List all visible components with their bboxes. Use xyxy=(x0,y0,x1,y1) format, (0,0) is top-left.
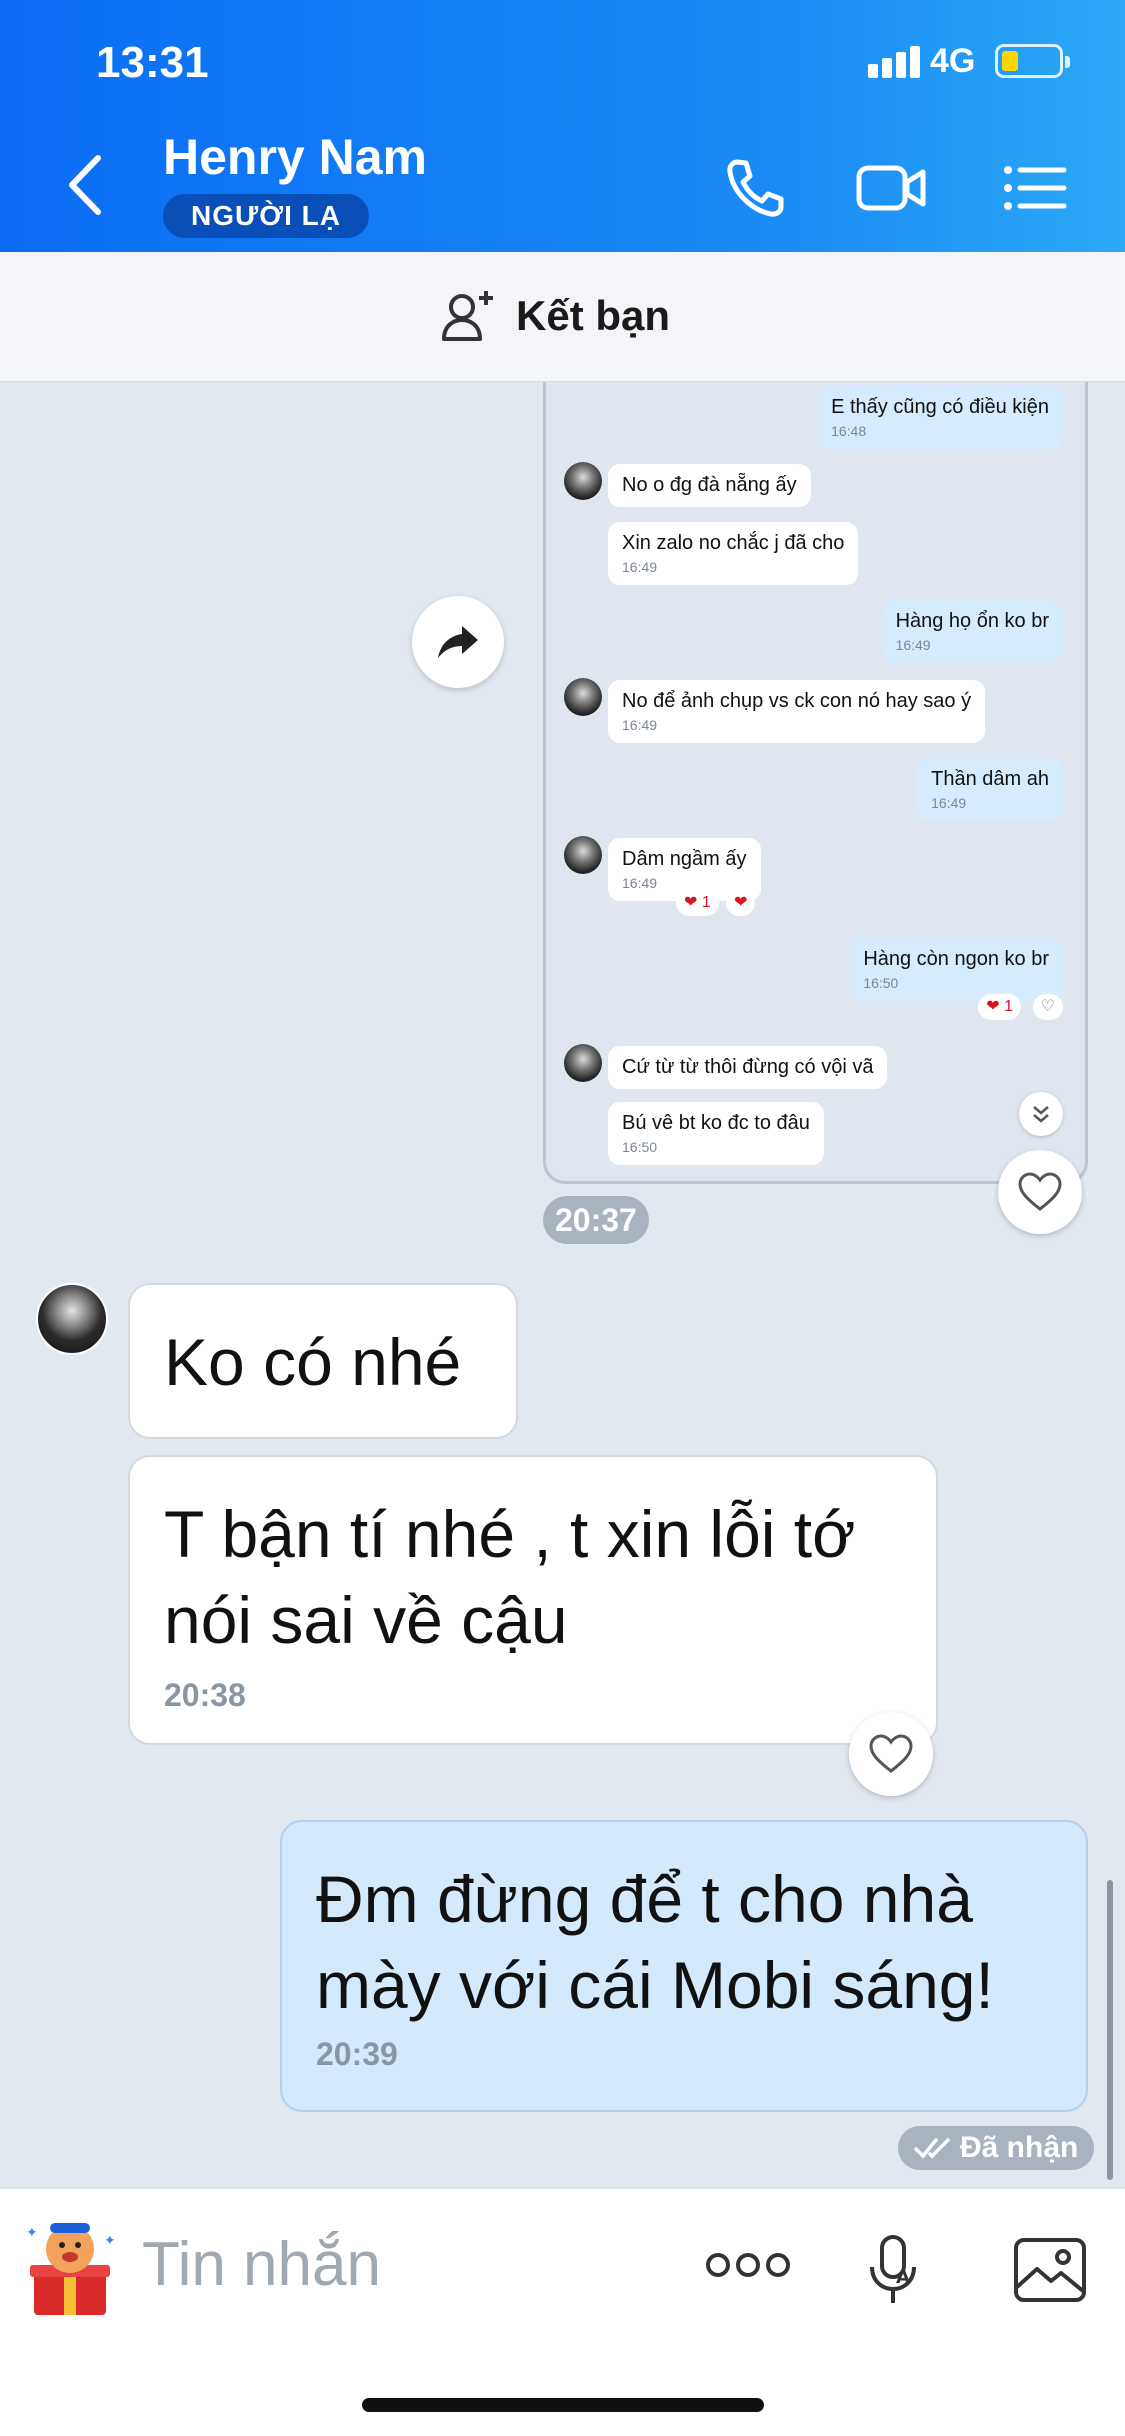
react-heart-button[interactable] xyxy=(849,1712,933,1796)
heart-reaction: ❤ xyxy=(726,890,756,916)
react-heart-button[interactable] xyxy=(998,1150,1082,1234)
video-call-icon[interactable] xyxy=(855,152,927,224)
signal-icon xyxy=(868,44,922,78)
add-friend-bar: Kết bạn xyxy=(0,252,1125,382)
embedded-message: Bú vê bt ko đc to đâu 16:50 xyxy=(608,1102,824,1165)
embedded-message: Xin zalo no chắc j đã cho 16:49 xyxy=(608,522,859,585)
embedded-message: Hàng còn ngon ko br 16:50 xyxy=(849,938,1063,1001)
embedded-message: No để ảnh chụp vs ck con nó hay sao ý 16:… xyxy=(608,680,986,743)
embedded-avatar xyxy=(564,678,602,716)
message-text: Ko có nhé xyxy=(164,1325,462,1399)
forward-button[interactable] xyxy=(412,596,504,688)
home-indicator[interactable] xyxy=(362,2398,764,2412)
sent-message-bubble[interactable]: Đm đừng để t cho nhà mày với cái Mobi sá… xyxy=(280,1820,1088,2112)
embedded-message: Hàng họ ổn ko br 16:49 xyxy=(881,600,1063,663)
heart-outline-icon xyxy=(1018,1172,1062,1211)
more-icon[interactable] xyxy=(706,2253,790,2277)
message-input[interactable]: Tin nhắn xyxy=(142,2229,381,2300)
message-time: 20:38 xyxy=(164,1677,246,1713)
shared-image[interactable]: E thấy cũng có điều kiện 16:48 No o đg đà… xyxy=(543,382,1088,1184)
embedded-message: E thấy cũng có điều kiện 16:48 xyxy=(817,386,1063,449)
embedded-message: Thần dâm ah 16:49 xyxy=(917,758,1063,821)
forward-icon xyxy=(438,626,478,658)
double-chevron-down-icon xyxy=(1033,1106,1049,1123)
message-text: Đm đừng để t cho nhà mày với cái Mobi sá… xyxy=(316,1862,994,2022)
embedded-avatar xyxy=(564,462,602,500)
embedded-avatar xyxy=(564,836,602,874)
embedded-message: Cứ từ từ thôi đừng có vội vã xyxy=(608,1046,888,1089)
battery-icon xyxy=(995,44,1070,78)
back-icon[interactable] xyxy=(60,150,110,220)
phone-icon[interactable] xyxy=(721,152,793,224)
double-check-icon xyxy=(914,2138,950,2159)
delivery-status-label: Đã nhận xyxy=(960,2131,1079,2164)
message-bubble[interactable]: Ko có nhé xyxy=(128,1283,518,1439)
svg-text:A: A xyxy=(896,2267,910,2288)
scroll-down-button[interactable] xyxy=(1019,1092,1063,1136)
message-text: T bận tí nhé , t xin lỗi tớ nói sai về c… xyxy=(164,1497,856,1657)
svg-text:✦: ✦ xyxy=(104,2232,116,2248)
message-bubble[interactable]: T bận tí nhé , t xin lỗi tớ nói sai về c… xyxy=(128,1455,938,1745)
embedded-message: No o đg đà nẵng ấy xyxy=(608,464,811,507)
sticker-icon[interactable]: ✦ ✦ xyxy=(20,2215,120,2319)
network-type: 4G xyxy=(930,42,976,80)
heart-reaction: ❤ 1 xyxy=(676,890,719,916)
svg-text:✦: ✦ xyxy=(26,2224,38,2240)
stranger-badge: NGƯỜI LẠ xyxy=(163,194,369,238)
contact-name[interactable]: Henry Nam xyxy=(163,128,427,186)
voice-icon[interactable]: A xyxy=(866,2233,920,2309)
add-friend-button[interactable]: Kết bạn xyxy=(440,286,670,346)
add-friend-label: Kết bạn xyxy=(516,292,671,339)
heart-outline-reaction: ♡ xyxy=(1032,994,1063,1020)
contact-avatar[interactable] xyxy=(36,1283,108,1355)
heart-reaction: ❤ 1 xyxy=(978,994,1021,1020)
message-time: 20:39 xyxy=(316,2036,398,2072)
delivery-status: Đã nhận xyxy=(898,2126,1095,2170)
chat-scrollbar[interactable] xyxy=(1107,1880,1113,2180)
chat-header: 13:31 4G Henry Nam NGƯỜI LẠ xyxy=(0,0,1125,252)
add-friend-icon xyxy=(442,291,493,341)
time-separator: 20:37 xyxy=(543,1196,649,1244)
embedded-avatar xyxy=(564,1044,602,1082)
heart-outline-icon xyxy=(869,1734,913,1773)
menu-list-icon[interactable] xyxy=(998,152,1070,224)
image-icon[interactable] xyxy=(1013,2237,1087,2303)
status-time: 13:31 xyxy=(96,38,209,87)
